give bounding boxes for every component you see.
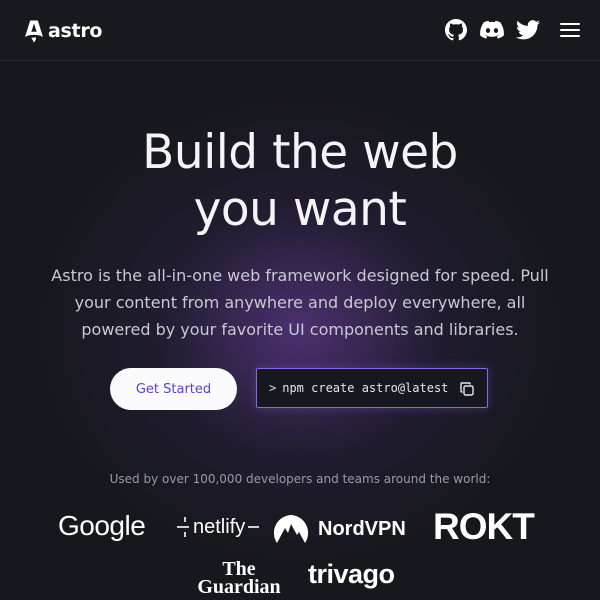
- trivago-logo: trivago: [308, 559, 395, 589]
- menu-icon-bar: [560, 29, 580, 31]
- hero-title: Build the web you want: [0, 124, 600, 238]
- command-box[interactable]: > npm create astro@latest: [256, 368, 488, 408]
- nordvpn-logo: NordVPN: [272, 512, 406, 546]
- nordvpn-mountain-icon: [273, 515, 309, 543]
- menu-icon-bar: [560, 35, 580, 37]
- get-started-button[interactable]: Get Started: [110, 368, 237, 410]
- netlify-logo: netlify: [176, 512, 260, 542]
- nordvpn-wordmark: NordVPN: [318, 518, 406, 540]
- github-icon[interactable]: [444, 18, 468, 42]
- logo-text: astro: [48, 20, 103, 42]
- hero-title-line-2: you want: [193, 182, 407, 237]
- netlify-wordmark: netlify: [193, 516, 246, 538]
- discord-icon[interactable]: [480, 18, 504, 42]
- guardian-logo-line-2: Guardian: [197, 576, 281, 598]
- astro-logo-link[interactable]: astro: [24, 18, 102, 44]
- cta-row: Get Started > npm create astro@latest: [110, 368, 490, 412]
- netlify-left-mark-icon: [177, 517, 189, 537]
- header-social-links: [444, 18, 580, 42]
- twitter-icon[interactable]: [516, 18, 540, 42]
- rokt-logo: ROKT: [433, 506, 535, 547]
- command-prompt-symbol: >: [269, 381, 277, 395]
- guardian-logo: The Guardian: [193, 559, 285, 598]
- command-text: npm create astro@latest: [282, 381, 449, 395]
- menu-icon-bar: [560, 23, 580, 25]
- site-header: astro: [0, 0, 600, 61]
- copy-icon[interactable]: [459, 381, 475, 397]
- menu-icon[interactable]: [560, 23, 580, 37]
- used-by-caption: Used by over 100,000 developers and team…: [109, 472, 491, 486]
- astro-logo-icon: [25, 20, 43, 43]
- hero-title-line-1: Build the web: [142, 125, 458, 180]
- google-logo: Google: [58, 510, 146, 541]
- netlify-right-mark-icon: [248, 526, 260, 528]
- hero-subtitle: Astro is the all-in-one web framework de…: [51, 266, 549, 339]
